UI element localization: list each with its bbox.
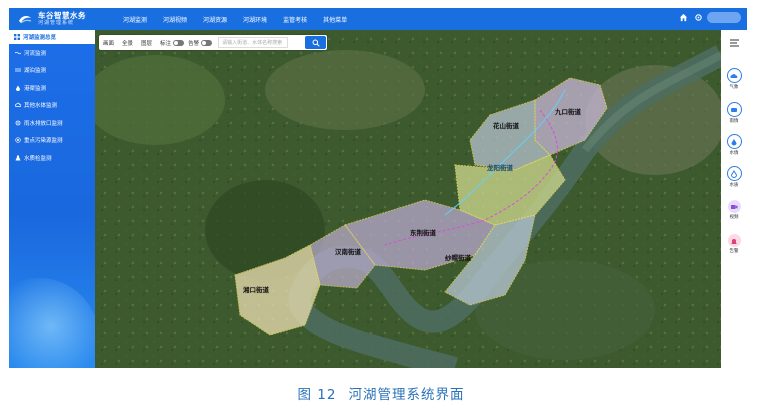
nav-item-river-resources[interactable]: 河湖资源 <box>195 15 235 24</box>
map-label-xiangkou: 湘口街道 <box>243 285 270 294</box>
search-button[interactable] <box>305 36 326 49</box>
drop-icon <box>16 85 20 91</box>
map-view[interactable]: 九口街道 花山街道 龙阳街道 东荆街道 汉南街道 纱帽街道 湘口街道 <box>95 30 721 368</box>
lines-icon <box>15 68 21 72</box>
tool-alarm-label: 告警 <box>729 249 739 254</box>
label-switch[interactable] <box>173 39 185 46</box>
alarm-toggle[interactable]: 告警 <box>184 39 213 47</box>
top-right-tools <box>679 12 741 23</box>
flask-icon <box>15 155 21 161</box>
map-toolbar: 画面 全景 图层 标注 告警 请输入街道、水体名称搜索 <box>99 35 327 50</box>
sidebar-item-label: 河湖监测总览 <box>23 35 57 41</box>
sidebar-item-label: 湖泊监测 <box>24 68 47 75</box>
water-icon <box>726 134 742 149</box>
map-label-huashan: 花山街道 <box>493 121 520 130</box>
tool-rain[interactable]: 雨情 <box>721 102 747 124</box>
gear-icon <box>15 120 21 126</box>
tool-water-quality[interactable]: 水质 <box>721 166 747 188</box>
map-label-jiukou: 九口街道 <box>554 107 582 116</box>
sidebar-item-river[interactable]: 河流监测 <box>9 44 95 62</box>
sidebar-item-overview[interactable]: 河湖监测总览 <box>9 30 95 44</box>
sidebar-item-label: 重点污染源监测 <box>24 138 63 145</box>
map-label-longyang: 龙阳街道 <box>486 163 514 172</box>
tool-rain-label: 雨情 <box>729 119 739 124</box>
nav-item-river-monitoring[interactable]: 河湖监测 <box>115 15 155 24</box>
sidebar-item-canal[interactable]: 港渠监测 <box>9 79 95 97</box>
alarm-toggle-text: 告警 <box>188 40 200 47</box>
sidebar-item-rain-outlet[interactable]: 雨水排放口监测 <box>9 114 95 132</box>
nav-item-river-video[interactable]: 河湖视频 <box>155 15 195 24</box>
figure-caption: 图 12 河湖管理系统界面 <box>0 383 774 403</box>
quality-icon <box>726 166 742 181</box>
app-title: 车谷智慧水务 <box>38 11 86 21</box>
map-label-dongjing: 东荆街道 <box>410 228 437 237</box>
top-navigation-bar: 车谷智慧水务 河湖管理系统 河湖监测 河湖视频 河湖资源 河湖环境 监管考核 其… <box>9 8 747 30</box>
nav-item-other-menu[interactable]: 其他菜单 <box>315 15 355 24</box>
sidebar-item-label: 其他水体监测 <box>24 103 58 110</box>
tool-weather-label: 气象 <box>729 85 739 90</box>
sidebar-item-water-quality[interactable]: 水质检监测 <box>9 149 95 167</box>
target-icon <box>15 137 21 143</box>
app-logo[interactable]: 车谷智慧水务 河湖管理系统 <box>9 12 115 26</box>
right-tool-panel: 气象 雨情 水情 水质 视频 告警 <box>721 30 747 368</box>
tool-water-level-label: 水情 <box>729 151 739 156</box>
wave-icon <box>15 51 21 54</box>
figure-number: 图 12 <box>297 387 337 403</box>
menu-icon[interactable] <box>730 39 739 47</box>
app-window: 车谷智慧水务 河湖管理系统 河湖监测 河湖视频 河湖资源 河湖环境 监管考核 其… <box>9 8 747 368</box>
weather-icon <box>726 68 742 83</box>
label-toggle[interactable]: 标注 <box>156 39 185 47</box>
decorative-globe <box>9 278 99 368</box>
rain-icon <box>726 102 742 117</box>
tool-alarm[interactable]: 告警 <box>721 234 747 254</box>
sidebar-item-label: 河流监测 <box>24 50 47 57</box>
video-icon <box>727 200 741 213</box>
figure-title: 河湖管理系统界面 <box>348 387 465 403</box>
tool-weather[interactable]: 气象 <box>721 68 747 90</box>
tool-water-level[interactable]: 水情 <box>721 134 747 156</box>
sidebar-item-label: 水质检监测 <box>24 155 52 162</box>
tool-water-quality-label: 水质 <box>729 183 739 188</box>
toolbar-button-view[interactable]: 画面 <box>99 39 118 47</box>
sidebar-item-label: 港渠监测 <box>24 85 47 92</box>
satellite-map[interactable]: 九口街道 花山街道 龙阳街道 东荆街道 汉南街道 纱帽街道 湘口街道 <box>95 30 721 368</box>
left-sidebar: 河湖监测总览 河流监测 湖泊监测 港渠监测 其他水体监测 雨水排放口监测 重点污… <box>9 30 99 368</box>
sidebar-item-other-water[interactable]: 其他水体监测 <box>9 97 95 115</box>
toolbar-button-panorama[interactable]: 全景 <box>118 39 137 47</box>
grid-icon <box>14 34 20 40</box>
search-icon <box>312 39 320 47</box>
tool-video[interactable]: 视频 <box>721 200 747 220</box>
nav-item-river-environment[interactable]: 河湖环境 <box>235 15 275 24</box>
tool-video-label: 视频 <box>729 215 739 220</box>
label-toggle-text: 标注 <box>160 40 172 47</box>
alarm-icon <box>727 234 741 247</box>
logo-icon <box>19 16 32 24</box>
map-label-shamao: 纱帽街道 <box>445 253 472 262</box>
terrain-patch <box>265 50 425 130</box>
map-label-hannan: 汉南街道 <box>335 247 362 256</box>
user-avatar[interactable] <box>707 12 741 23</box>
nav-item-supervision[interactable]: 监管考核 <box>275 15 315 24</box>
search-input[interactable]: 请输入街道、水体名称搜索 <box>218 37 289 48</box>
sidebar-item-lake[interactable]: 湖泊监测 <box>9 62 95 80</box>
app-subtitle: 河湖管理系统 <box>38 19 75 26</box>
sidebar-item-label: 雨水排放口监测 <box>24 120 63 127</box>
sidebar-item-pollution-source[interactable]: 重点污染源监测 <box>9 132 95 150</box>
home-icon[interactable] <box>679 13 688 22</box>
main-menu: 河湖监测 河湖视频 河湖资源 河湖环境 监管考核 其他菜单 <box>115 8 355 30</box>
settings-icon[interactable] <box>694 13 703 22</box>
toolbar-button-layers[interactable]: 图层 <box>137 39 156 47</box>
cloud-icon <box>15 103 21 108</box>
alarm-switch[interactable] <box>201 39 213 46</box>
